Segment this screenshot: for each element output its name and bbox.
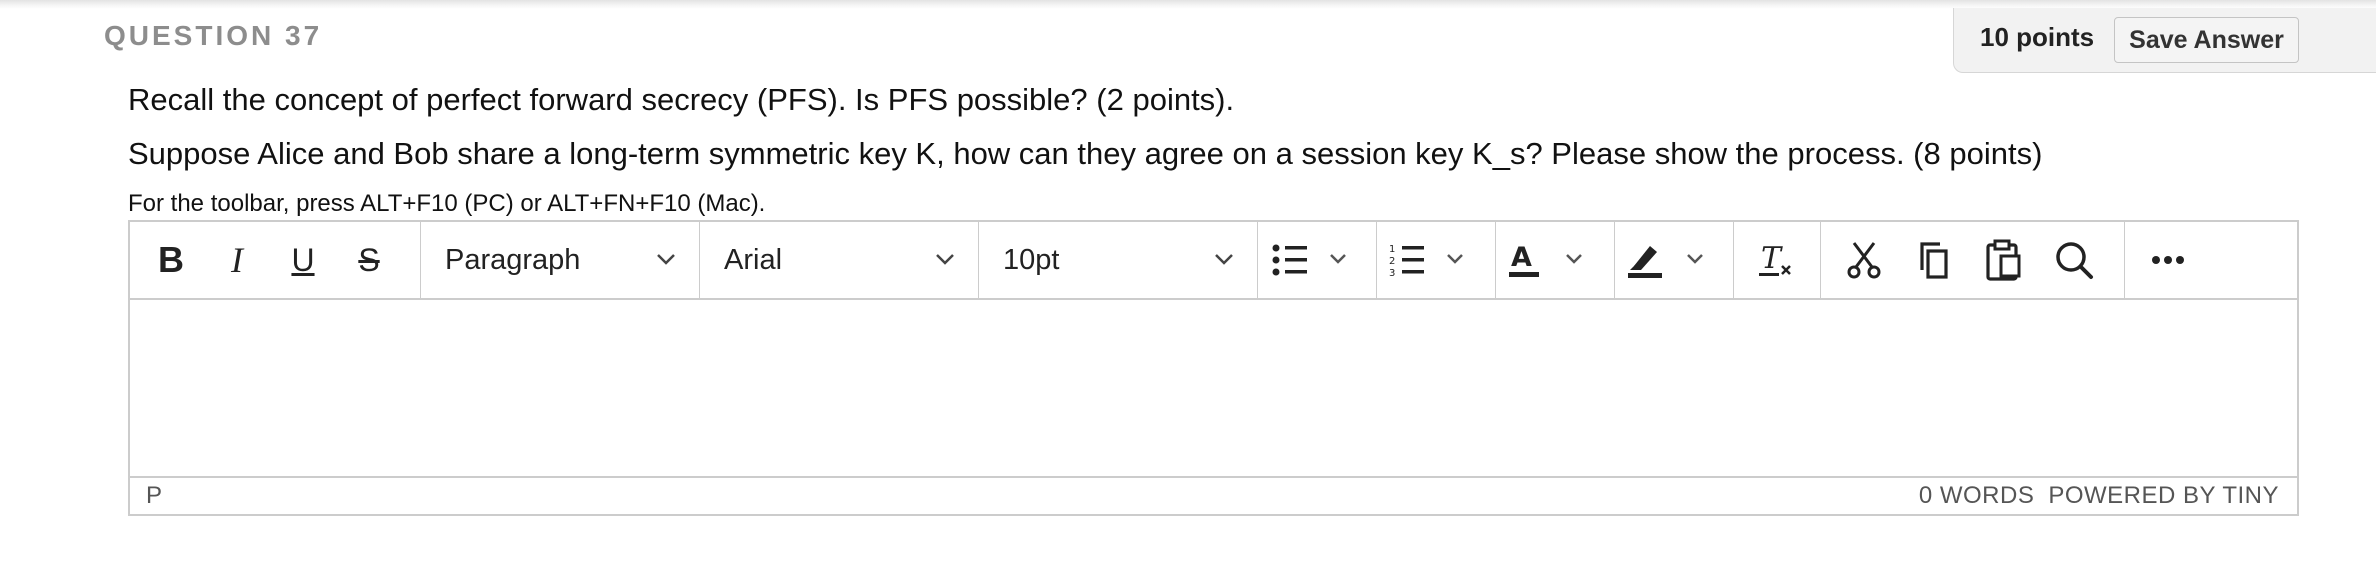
svg-text:A: A — [1511, 242, 1532, 273]
paste-icon — [1986, 239, 2021, 281]
svg-text:3: 3 — [1389, 268, 1395, 278]
font-size-dropdown[interactable]: 10pt — [979, 222, 1257, 298]
italic-icon: I — [231, 240, 243, 280]
paste-button[interactable] — [1970, 222, 2038, 298]
bullet-list-button[interactable] — [1258, 222, 1376, 298]
statusbar-right: 0 WORDS POWERED BY TINY — [1919, 482, 2279, 510]
editor-toolbar: B I U S Paragraph Arial 10pt 1 2 3 A T — [130, 222, 2297, 300]
numbered-list-button[interactable]: 1 2 3 — [1377, 222, 1495, 298]
word-count[interactable]: 0 WORDS — [1919, 482, 2035, 509]
chevron-down-icon — [936, 254, 954, 265]
clear-formatting-icon: T — [1759, 241, 1791, 276]
editor-content-area[interactable] — [130, 300, 2297, 478]
chevron-down-icon — [657, 254, 675, 265]
numbered-list-icon: 1 2 3 — [1389, 244, 1463, 278]
svg-text:2: 2 — [1389, 256, 1395, 267]
text-color-button[interactable]: A — [1496, 222, 1614, 298]
save-answer-button[interactable]: Save Answer — [2114, 17, 2299, 63]
editor-statusbar: P 0 WORDS POWERED BY TINY — [130, 476, 2297, 514]
toolbar-hint: For the toolbar, press ALT+F10 (PC) or A… — [128, 190, 766, 217]
italic-button[interactable]: I — [210, 222, 264, 298]
element-path[interactable]: P — [146, 482, 162, 510]
toolbar-separator — [1820, 222, 1821, 298]
bold-button[interactable]: B — [144, 222, 198, 298]
chevron-down-icon — [1215, 254, 1233, 265]
points-panel: 10 points Save Answer — [1953, 8, 2376, 73]
copy-icon — [1920, 242, 1948, 279]
underline-icon: U — [291, 241, 315, 278]
search-button[interactable] — [2040, 222, 2108, 298]
bold-icon: B — [158, 239, 184, 280]
clear-formatting-button[interactable]: T — [1734, 222, 1820, 298]
more-icon — [2152, 256, 2184, 264]
search-icon — [2056, 242, 2093, 279]
question-text-line-2: Suppose Alice and Bob share a long-term … — [128, 136, 2043, 171]
underline-button[interactable]: U — [276, 222, 330, 298]
strikethrough-icon: S — [358, 241, 380, 278]
font-family-value: Arial — [724, 244, 783, 276]
points-label: 10 points — [1980, 22, 2095, 52]
text-color-icon: A — [1509, 242, 1582, 277]
highlight-color-icon — [1628, 246, 1703, 278]
question-title: QUESTION 37 — [104, 20, 323, 51]
powered-by-link[interactable]: POWERED BY TINY — [2048, 482, 2279, 509]
bullet-list-icon — [1272, 244, 1346, 276]
svg-text:1: 1 — [1389, 244, 1395, 255]
more-button[interactable] — [2125, 222, 2211, 298]
font-size-value: 10pt — [1003, 244, 1060, 276]
copy-button[interactable] — [1900, 222, 1968, 298]
question-text-line-1: Recall the concept of perfect forward se… — [128, 82, 1235, 117]
block-format-value: Paragraph — [445, 244, 581, 276]
cut-icon — [1847, 242, 1881, 279]
strikethrough-button[interactable]: S — [342, 222, 396, 298]
rich-text-editor: B I U S Paragraph Arial 10pt 1 2 3 A T P… — [128, 220, 2299, 516]
cut-button[interactable] — [1830, 222, 1898, 298]
block-format-dropdown[interactable]: Paragraph — [421, 222, 699, 298]
highlight-color-button[interactable] — [1615, 222, 1733, 298]
font-family-dropdown[interactable]: Arial — [700, 222, 978, 298]
svg-text:T: T — [1761, 241, 1783, 276]
